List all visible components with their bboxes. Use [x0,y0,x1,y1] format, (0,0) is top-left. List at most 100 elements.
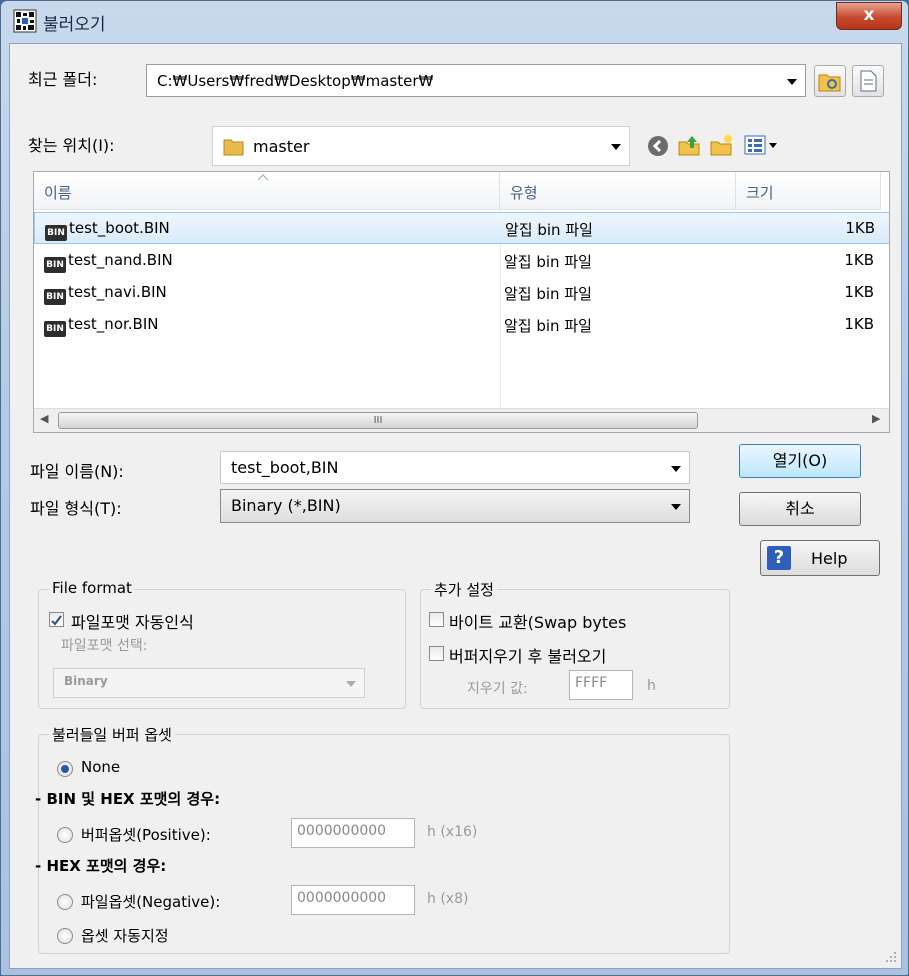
file-name: test_boot.BIN [69,219,170,237]
filename-input[interactable]: test_boot,BIN [220,451,690,484]
column-header-name[interactable]: 이름 [34,172,500,210]
fill-value-label: 지우기 값: [467,681,528,697]
help-button[interactable]: ? Help [760,540,880,576]
offset-negative-suffix: h (x8) [427,891,469,907]
resize-grip-icon[interactable] [884,950,898,964]
folder-icon [818,74,841,92]
file-name: test_nor.BIN [68,315,159,333]
app-icon [13,9,37,33]
offset-positive-radio[interactable] [57,827,73,843]
chevron-down-icon[interactable] [611,144,621,150]
file-type: 알집 bin 파일 [504,253,592,271]
column-header-type[interactable]: 유형 [500,172,736,210]
open-button[interactable]: 열기(O) [739,444,861,478]
swap-bytes-checkbox[interactable] [429,612,444,627]
filename-value: test_boot,BIN [231,458,339,477]
offset-negative-radio[interactable] [57,894,73,910]
bin-file-icon: BIN [45,225,67,241]
offset-none-radio[interactable] [57,761,73,777]
offset-negative-label: 파일옵셋(Negative): [81,893,221,911]
cancel-button[interactable]: 취소 [739,492,861,526]
offset-positive-input[interactable]: 0000000000 [291,818,415,848]
filename-label: 파일 이름(N): [30,462,124,481]
dialog-body: 최근 폴더: C:₩Users₩fred₩Desktop₩master₩ 찾는 … [9,43,902,969]
scroll-right-icon[interactable]: ▶ [872,412,880,425]
up-folder-icon[interactable] [676,132,702,158]
folder-icon [223,139,244,156]
help-label: Help [811,549,848,568]
new-file-button[interactable] [852,65,884,97]
scroll-thumb[interactable]: III [58,412,698,429]
file-format-group: File format 파일포맷 자동인식 파일포맷 선택: Binary [38,579,406,709]
file-type: 알집 bin 파일 [504,285,592,303]
window-title: 불러오기 [43,15,106,35]
file-size: 1KB [844,315,874,333]
close-button[interactable]: x [836,2,902,30]
offset-negative-input[interactable]: 0000000000 [291,885,415,915]
table-row[interactable]: BIN test_nor.BIN 알집 bin 파일 1KB [34,309,889,341]
bin-file-icon: BIN [44,257,66,273]
chevron-down-icon[interactable] [787,78,797,85]
horizontal-scrollbar[interactable]: ◀ III ▶ [34,408,889,432]
recent-folder-path: C:₩Users₩fred₩Desktop₩master₩ [157,72,434,90]
bin-file-icon: BIN [44,321,66,337]
file-type: 알집 bin 파일 [504,317,592,335]
lookin-combo[interactable]: master [212,126,630,166]
chevron-down-icon[interactable] [671,504,681,510]
sort-ascending-icon [258,174,268,180]
clear-buffer-checkbox[interactable] [429,646,444,661]
filetype-label: 파일 형식(T): [30,499,122,518]
recent-folder-label: 최근 폴더: [28,70,98,89]
chevron-down-icon[interactable] [346,681,356,687]
file-type: 알집 bin 파일 [505,221,593,239]
offset-auto-label: 옵셋 자동지정 [81,927,169,945]
file-name: test_navi.BIN [68,283,167,301]
binhex-header: - BIN 및 HEX 포맷의 경우: [35,790,221,808]
format-select-value: Binary [64,674,108,688]
file-format-title: File format [49,579,135,597]
clear-buffer-label: 버퍼지우기 후 불러오기 [449,647,607,666]
fill-value-suffix: h [647,678,656,694]
help-icon: ? [767,546,791,570]
lookin-label: 찾는 위치(I): [28,136,115,155]
table-row[interactable]: BIN test_navi.BIN 알집 bin 파일 1KB [34,277,889,309]
offset-positive-suffix: h (x16) [427,824,478,840]
file-size: 1KB [844,251,874,269]
title-bar[interactable]: 불러오기 x [1,1,908,43]
new-folder-icon[interactable] [708,132,734,158]
offset-auto-radio[interactable] [57,928,73,944]
column-header-size[interactable]: 크기 [736,172,881,210]
auto-detect-label: 파일포맷 자동인식 [71,613,194,632]
file-size: 1KB [844,283,874,301]
lookin-folder-name: master [253,137,310,156]
offset-none-label: None [81,758,121,776]
back-icon[interactable] [646,134,670,158]
table-row[interactable]: BIN test_nand.BIN 알집 bin 파일 1KB [34,245,889,277]
extra-settings-title: 추가 설정 [431,579,497,600]
file-size: 1KB [845,219,875,237]
check-icon [51,615,62,626]
dialog-window: 불러오기 x 최근 폴더: C:₩Users₩fred₩Desktop₩mast… [0,0,909,976]
browse-folder-button[interactable] [814,65,846,97]
buffer-offset-title: 불러들일 버퍼 옵셋 [49,724,175,745]
offset-positive-label: 버퍼옵셋(Positive): [81,826,211,844]
filetype-value: Binary (*,BIN) [231,496,341,515]
buffer-offset-group: 불러들일 버퍼 옵셋 None - BIN 및 HEX 포맷의 경우: 버퍼옵셋… [35,724,730,954]
table-row[interactable]: BIN test_boot.BIN 알집 bin 파일 1KB [34,212,889,244]
chevron-down-icon[interactable] [671,465,681,472]
hex-header: - HEX 포맷의 경우: [35,857,167,875]
fill-value-input[interactable]: FFFF [569,670,633,700]
document-icon [860,70,877,92]
recent-folder-combo[interactable]: C:₩Users₩fred₩Desktop₩master₩ [146,64,806,97]
bin-file-icon: BIN [44,289,66,305]
extra-settings-group: 추가 설정 바이트 교환(Swap bytes 버퍼지우기 후 불러오기 지우기… [420,579,730,709]
format-select-label: 파일포맷 선택: [61,638,148,654]
filetype-select[interactable]: Binary (*,BIN) [220,489,690,523]
file-list[interactable]: 이름 유형 크기 BIN test_boot.BIN 알집 bin 파일 1KB … [33,171,890,433]
file-name: test_nand.BIN [68,251,173,269]
auto-detect-checkbox[interactable] [49,612,64,627]
swap-bytes-label: 바이트 교환(Swap bytes [449,613,627,632]
scroll-left-icon[interactable]: ◀ [40,412,48,425]
view-menu-icon[interactable] [744,134,784,158]
format-select[interactable]: Binary [53,668,365,698]
